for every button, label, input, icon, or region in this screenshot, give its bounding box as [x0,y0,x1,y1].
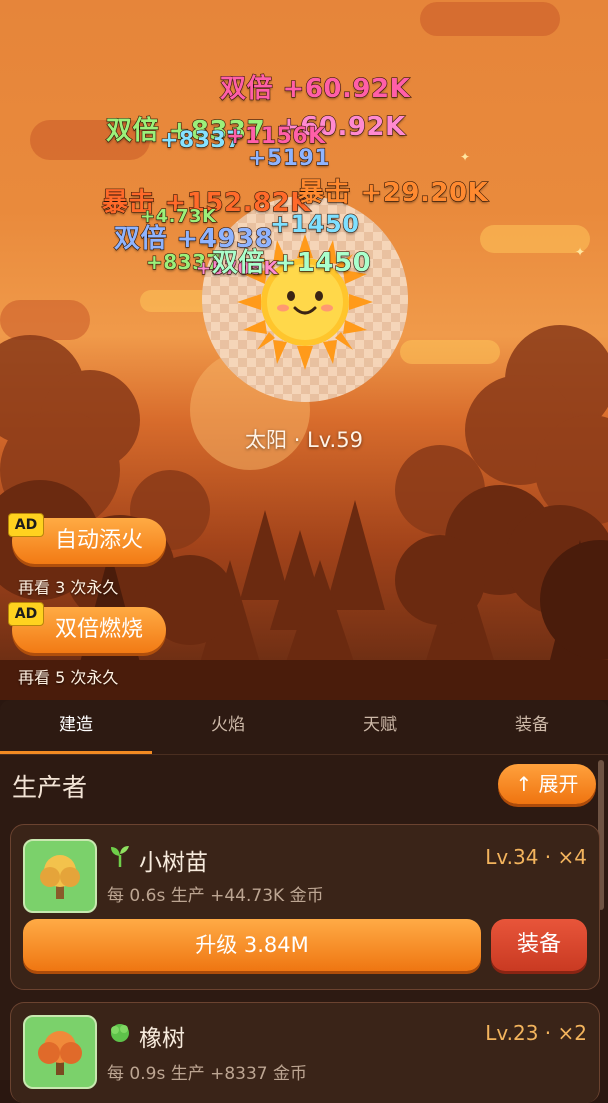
game-scene: ✦ ✦ 太阳 · Lv.59 双倍 +60.92K +60.92K 双倍 +83… [0,0,608,700]
auto-fire-subtext: 再看 3 次永久 [18,578,119,597]
bush-icon [111,1024,129,1042]
upgrade-button[interactable]: 升级 3.84M [23,919,481,971]
floating-text: 双倍 +1450 [211,247,372,278]
expand-button[interactable]: ↑ 展开 [498,764,596,804]
tab-build[interactable]: 建造 [0,700,152,754]
tab-flame[interactable]: 火焰 [152,700,304,754]
bottom-panel: 建造 火焰 天赋 装备 生产者 ↑ 展开 小树苗 Lv.34 · ×4 每 0.… [0,700,608,1103]
ad-badge: AD [8,602,44,626]
floating-text: 双倍 +60.92K [219,73,411,104]
oak-icon [38,1031,82,1075]
equip-button[interactable]: 装备 [491,919,587,971]
active-tab-indicator [0,751,152,754]
cloud [480,225,590,253]
producer-card: 橡树 Lv.23 · ×2 每 0.9s 生产 +8337 金币 [10,1002,600,1103]
star-icon: ✦ [575,245,586,259]
floating-text: +5191 [247,145,331,171]
producer-level: Lv.23 · ×2 [485,1021,587,1045]
double-burn-subtext: 再看 5 次永久 [18,668,119,687]
tree-icon [40,855,80,899]
tab-talent[interactable]: 天赋 [304,700,456,754]
producer-card: 小树苗 Lv.34 · ×4 每 0.6s 生产 +44.73K 金币 升级 3… [10,824,600,990]
tab-equipment[interactable]: 装备 [456,700,608,754]
producer-rate: 每 0.9s 生产 +8337 金币 [107,1064,308,1084]
producer-rate: 每 0.6s 生产 +44.73K 金币 [107,886,324,906]
cloud [420,2,560,36]
tab-bar: 建造 火焰 天赋 装备 [0,700,608,755]
producer-level: Lv.34 · ×4 [485,845,587,869]
floating-text: +1450 [269,209,360,238]
producer-name: 小树苗 [139,850,208,876]
tree-thumbnail [23,1015,97,1089]
star-icon: ✦ [460,150,471,164]
producer-name: 橡树 [139,1026,185,1052]
auto-fire-label: 自动添火 [54,528,143,553]
sprout-icon [111,846,129,867]
sun-level-label: 太阳 · Lv.59 [245,428,363,452]
double-burn-label: 双倍燃烧 [54,617,143,642]
section-title: 生产者 [12,773,88,802]
floating-text: 暴击 +29.20K [297,177,489,208]
ad-badge: AD [8,513,44,537]
tree-thumbnail [23,839,97,913]
